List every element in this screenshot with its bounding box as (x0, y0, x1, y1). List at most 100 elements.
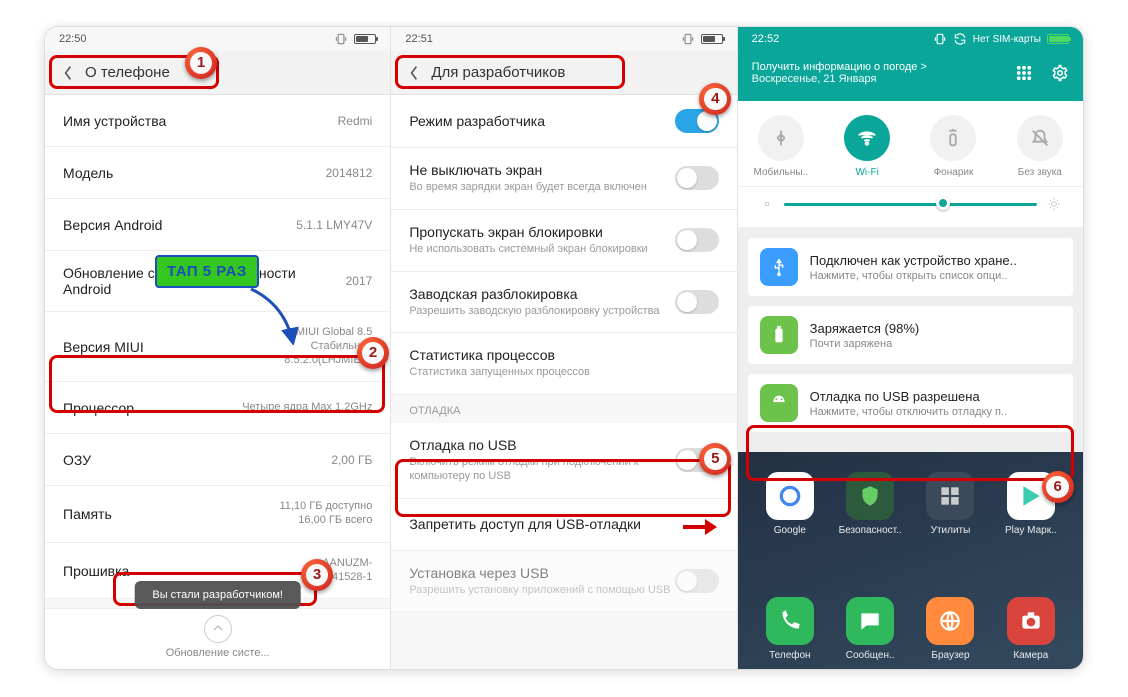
notif-title: Отладка по USB разрешена (810, 389, 1007, 404)
row-label: Пропускать экран блокировки Не использов… (409, 224, 674, 257)
brightness-slider[interactable] (738, 187, 1083, 228)
notifications: Подключен как устройство хране.. Нажмите… (738, 228, 1083, 452)
toggle-oem[interactable] (675, 290, 719, 314)
row-device-name[interactable]: Имя устройства Redmi (45, 95, 390, 147)
back-button[interactable] (401, 60, 427, 86)
notif-title: Заряжается (98%) (810, 321, 920, 336)
toggle-install-usb[interactable] (675, 569, 719, 593)
shade-header: Получить информацию о погоде > Воскресен… (738, 51, 1083, 101)
header: Для разработчиков (391, 51, 736, 95)
developer-toast: Вы стали разработчиком! (134, 581, 301, 609)
battery-icon (354, 34, 376, 44)
clock: 22:51 (405, 33, 433, 45)
arrow-up-icon[interactable] (204, 615, 232, 643)
row-cpu[interactable]: Процессор Четыре ядра Max 1,2GHz (45, 382, 390, 434)
row-label: Имя устройства (63, 113, 338, 129)
row-install-via-usb[interactable]: Установка через USB Разрешить установку … (391, 551, 736, 613)
toggle-stay-awake[interactable] (675, 166, 719, 190)
header-title: Для разработчиков (431, 64, 565, 81)
battery-icon (768, 324, 790, 346)
row-miui-version[interactable]: Версия MIUI MIUI Global 8.5 Стабильная 8… (45, 312, 390, 382)
row-label: ОЗУ (63, 452, 331, 468)
app-browser[interactable]: Браузер (910, 597, 990, 661)
app-google[interactable]: Google (750, 472, 830, 536)
header-title: О телефоне (85, 64, 170, 81)
row-value: 11,10 ГБ доступно 16,00 ГБ всего (279, 500, 372, 528)
battery-icon (701, 34, 723, 44)
sun-bright-icon (1047, 197, 1061, 211)
notification-charging[interactable]: Заряжается (98%) Почти заряжена (748, 306, 1073, 364)
tile-mobile-data[interactable]: Мобильны.. (738, 115, 824, 178)
quick-tiles: Мобильны.. Wi-Fi Фонарик Без звука (738, 101, 1083, 187)
app-tools[interactable]: Утилиты (910, 472, 990, 536)
developer-list: Режим разработчика Не выключать экран Во… (391, 95, 736, 669)
notification-usb-debug-allowed[interactable]: Отладка по USB разрешена Нажмите, чтобы … (748, 374, 1073, 432)
status-bar: 22:51 (391, 27, 736, 51)
row-skip-lockscreen[interactable]: Пропускать экран блокировки Не использов… (391, 210, 736, 272)
app-phone[interactable]: Телефон (750, 597, 830, 661)
vibrate-icon (933, 32, 947, 46)
row-value: 2017 (346, 274, 373, 288)
row-label: Заводская разблокировка Разрешить заводс… (409, 286, 674, 319)
step-badge-6: 6 (1042, 471, 1074, 503)
row-model[interactable]: Модель 2014812 (45, 147, 390, 199)
row-ram[interactable]: ОЗУ 2,00 ГБ (45, 434, 390, 486)
app-security[interactable]: Безопасност.. (830, 472, 910, 536)
tile-silent[interactable]: Без звука (997, 115, 1083, 178)
clock: 22:52 (752, 33, 780, 45)
row-value: 2,00 ГБ (331, 453, 372, 467)
row-label: Модель (63, 165, 326, 181)
row-label: Память (63, 506, 279, 522)
step-badge-1: 1 (185, 47, 217, 79)
header: О телефоне (45, 51, 390, 95)
row-process-stats[interactable]: Статистика процессов Статистика запущенн… (391, 333, 736, 395)
gear-icon[interactable] (1051, 64, 1069, 82)
clock: 22:50 (59, 33, 87, 45)
status-bar: 22:52 Нет SIM-карты (738, 27, 1083, 51)
notif-title: Подключен как устройство хране.. (810, 253, 1017, 268)
grid-icon[interactable] (1015, 64, 1033, 82)
status-bar: 22:50 (45, 27, 390, 51)
vibrate-icon (681, 32, 695, 46)
composite-screenshot: 22:50 О телефоне Имя устройства Redmi Мо… (44, 26, 1084, 670)
row-label: Запретить доступ для USB-отладки (409, 516, 718, 532)
back-button[interactable] (55, 60, 81, 86)
sync-icon (953, 32, 967, 46)
android-icon (768, 392, 790, 414)
vibrate-icon (334, 32, 348, 46)
row-storage[interactable]: Память 11,10 ГБ доступно 16,00 ГБ всего (45, 486, 390, 543)
row-label: Установка через USB Разрешить установку … (409, 565, 674, 598)
notif-subtitle: Нажмите, чтобы открыть список опци.. (810, 270, 1017, 282)
row-stay-awake[interactable]: Не выключать экран Во время зарядки экра… (391, 148, 736, 210)
tile-torch[interactable]: Фонарик (910, 115, 996, 178)
row-value: Redmi (338, 114, 373, 128)
toggle-skip-lock[interactable] (675, 228, 719, 252)
row-value: Четыре ядра Max 1,2GHz (242, 401, 372, 415)
app-messages[interactable]: Сообщен.. (830, 597, 910, 661)
panel-developer-options: 22:51 Для разработчиков Режим разработчи… (391, 27, 737, 669)
row-label: Не выключать экран Во время зарядки экра… (409, 162, 674, 195)
row-dev-mode[interactable]: Режим разработчика (391, 95, 736, 148)
tile-wifi[interactable]: Wi-Fi (824, 115, 910, 178)
row-label: Режим разработчика (409, 113, 674, 129)
row-oem-unlock[interactable]: Заводская разблокировка Разрешить заводс… (391, 272, 736, 334)
app-camera[interactable]: Камера (991, 597, 1071, 661)
row-usb-debugging[interactable]: Отладка по USB Включить режим отладки пр… (391, 423, 736, 499)
row-android-version[interactable]: Версия Android 5.1.1 LMY47V (45, 199, 390, 251)
sun-dim-icon (760, 197, 774, 211)
weather-info[interactable]: Получить информацию о погоде > Воскресен… (752, 61, 927, 85)
scroll-hint: Обновление систе... (45, 608, 390, 669)
step-badge-5: 5 (699, 443, 731, 475)
notif-subtitle: Почти заряжена (810, 338, 920, 350)
usb-icon (768, 256, 790, 278)
step-badge-4: 4 (699, 83, 731, 115)
row-label: Версия Android (63, 217, 296, 233)
notification-usb-storage[interactable]: Подключен как устройство хране.. Нажмите… (748, 238, 1073, 296)
row-label: Прошивка (63, 563, 304, 579)
panel-about-phone: 22:50 О телефоне Имя устройства Redmi Мо… (45, 27, 391, 669)
row-label: Отладка по USB Включить режим отладки пр… (409, 437, 674, 484)
row-value: 5.1.1 LMY47V (296, 218, 372, 232)
step-badge-3: 3 (301, 559, 333, 591)
arrow-icon (245, 285, 305, 348)
scroll-hint-text: Обновление систе... (45, 647, 390, 659)
